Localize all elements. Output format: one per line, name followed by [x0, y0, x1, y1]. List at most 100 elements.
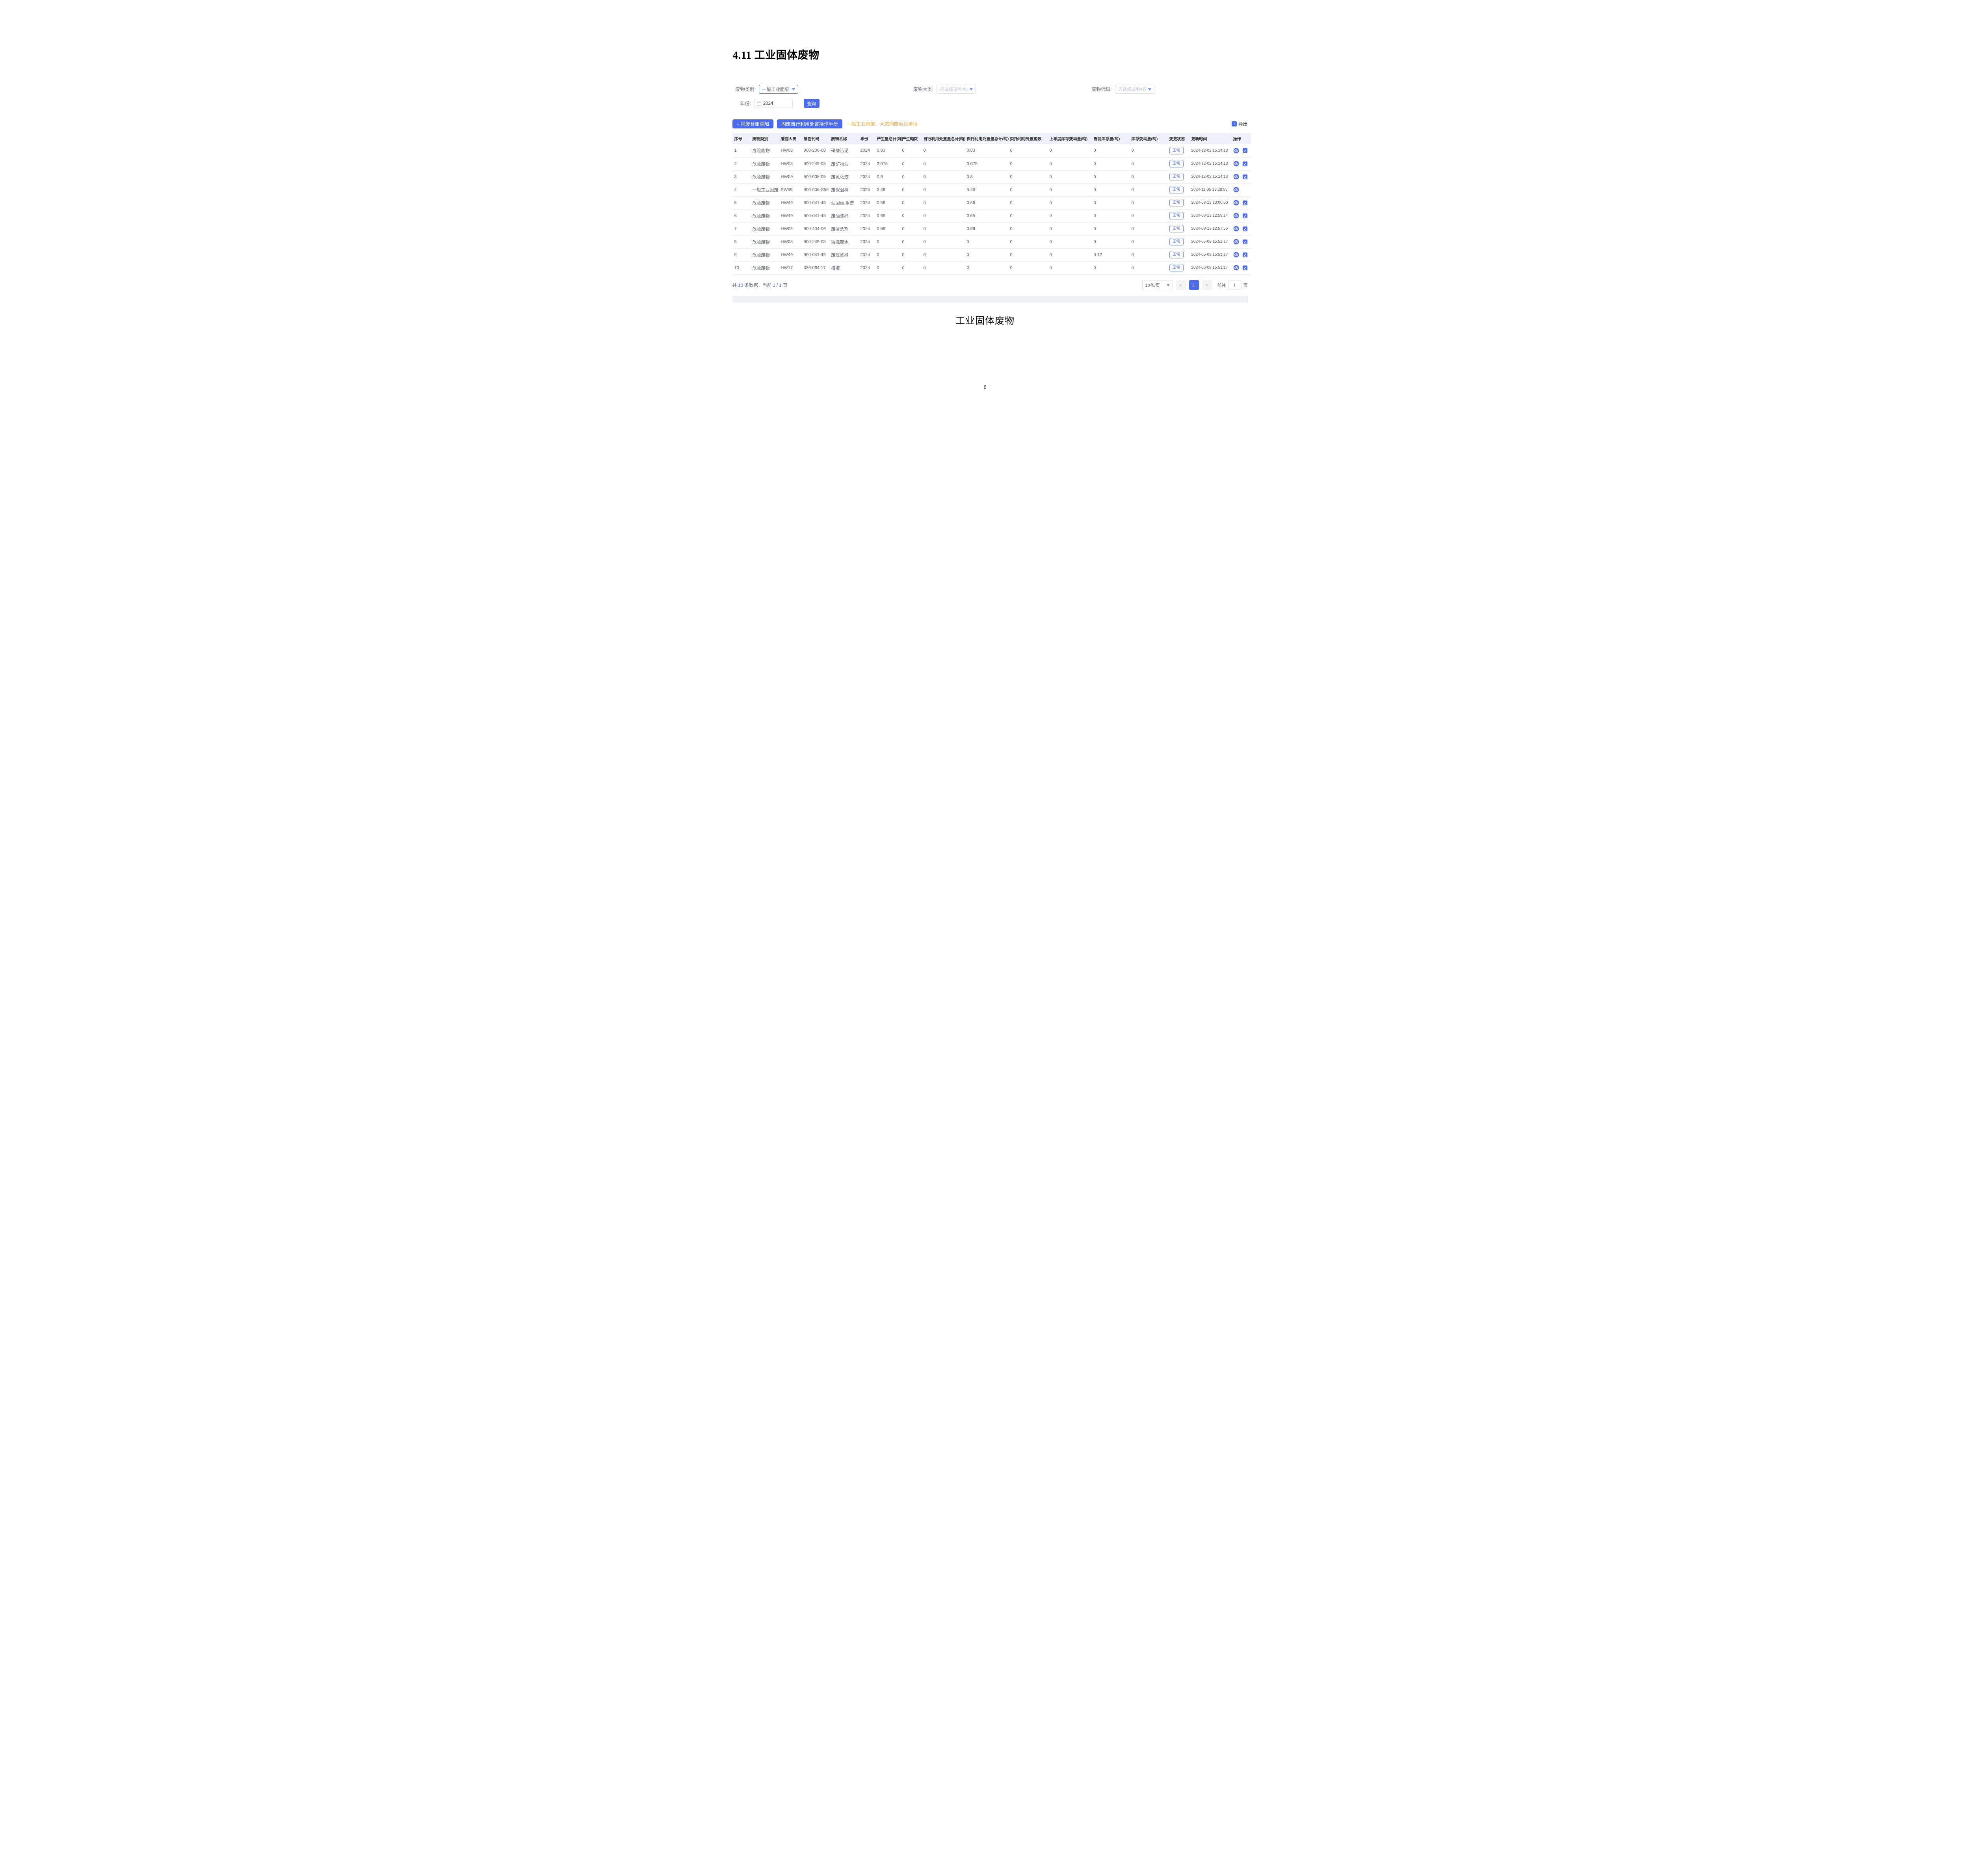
- actions-cell: [1231, 235, 1251, 248]
- table-cell: 0: [1008, 235, 1048, 248]
- table-cell: 0: [900, 222, 922, 235]
- table-body: 1危险废物HW08900-200-08研磨污泥20240.83000.83000…: [732, 144, 1251, 274]
- table-cell: 危险废物: [751, 222, 779, 235]
- view-icon[interactable]: [1233, 200, 1239, 206]
- table-cell: 0.56: [875, 196, 900, 209]
- edit-icon[interactable]: [1242, 174, 1248, 180]
- view-icon[interactable]: [1233, 226, 1239, 232]
- year-input-box[interactable]: [754, 99, 793, 108]
- column-header: 废物代码: [802, 133, 829, 144]
- waste-code-placeholder: 请选择废物代码: [1118, 86, 1147, 93]
- view-icon[interactable]: [1233, 161, 1239, 167]
- manual-button[interactable]: 固废自行利用处置操作手册: [777, 119, 842, 128]
- table-cell: 5: [732, 196, 751, 209]
- column-header: 废物类别: [751, 133, 779, 144]
- table-row: 5危险废物HW49900-041-49油回丝,手套20240.56000.560…: [732, 196, 1251, 209]
- table-cell: 0: [1048, 170, 1092, 183]
- view-icon[interactable]: [1233, 187, 1239, 193]
- table-cell: 0.96: [875, 222, 900, 235]
- prev-page-button[interactable]: [1176, 280, 1186, 290]
- edit-icon[interactable]: [1242, 161, 1248, 167]
- table-cell: 油回丝,手套: [829, 196, 859, 209]
- view-icon[interactable]: [1233, 148, 1239, 154]
- table-row: 8危险废物HW08900-249-08清洗废水202400000000正常202…: [732, 235, 1251, 248]
- edit-icon[interactable]: [1242, 265, 1248, 271]
- table-cell: 7: [732, 222, 751, 235]
- table-cell: 0: [1008, 157, 1048, 170]
- current-page[interactable]: 1: [1189, 280, 1199, 290]
- year-input[interactable]: [763, 101, 790, 106]
- table-cell: 0: [1130, 144, 1167, 157]
- table-cell: 3.075: [965, 157, 1008, 170]
- section-title: 4.11 工业固体废物: [680, 0, 1290, 62]
- status-cell: 正常: [1167, 157, 1189, 170]
- page-size-select[interactable]: 10条/页: [1142, 280, 1173, 290]
- view-icon[interactable]: [1233, 239, 1239, 245]
- table-cell: 0: [1048, 144, 1092, 157]
- view-icon[interactable]: [1233, 265, 1239, 271]
- table-cell: 900-006-S59: [802, 183, 829, 196]
- column-header: 序号: [732, 133, 751, 144]
- table-header-row: 序号废物类别废物大类废物代码废物名称年份产生量总计(吨)产生箱数自行利用处置量总…: [732, 133, 1251, 144]
- table-cell: 0: [922, 183, 965, 196]
- table-cell: 0: [1008, 248, 1048, 261]
- view-icon[interactable]: [1233, 174, 1239, 180]
- table-row: 2危险废物HW08900-249-08废矿物油20243.075003.0750…: [732, 157, 1251, 170]
- table-cell: 0: [1008, 196, 1048, 209]
- search-button[interactable]: 查询: [804, 99, 820, 108]
- column-header: 自行利用处置量总计(吨): [922, 133, 965, 144]
- table-cell: 0: [1048, 248, 1092, 261]
- table-footer: 共 10 条数据，当前 1 / 1 页 10条/页 1 前往 页: [732, 280, 1248, 290]
- status-cell: 正常: [1167, 170, 1189, 183]
- add-ledger-button[interactable]: + 固废台账添加: [732, 119, 773, 128]
- edit-icon[interactable]: [1242, 226, 1248, 232]
- table-cell: 2024: [859, 170, 875, 183]
- edit-icon[interactable]: [1242, 213, 1248, 219]
- waste-class-select[interactable]: 请选择废物大类: [937, 85, 976, 94]
- table-cell: 0: [1092, 261, 1130, 274]
- table-cell: 0.65: [965, 209, 1008, 222]
- view-icon[interactable]: [1233, 213, 1239, 219]
- table-cell: 0: [900, 235, 922, 248]
- waste-category-select[interactable]: 一般工业固废: [759, 85, 798, 94]
- table-cell: 900-041-49: [802, 196, 829, 209]
- table-cell: 336-064-17: [802, 261, 829, 274]
- chevron-down-icon: [1148, 88, 1151, 91]
- export-button[interactable]: 导出: [1232, 121, 1247, 127]
- table-cell: 危险废物: [751, 261, 779, 274]
- table-cell: 0.56: [965, 196, 1008, 209]
- table-cell: 0: [900, 248, 922, 261]
- status-cell: 正常: [1167, 248, 1189, 261]
- status-badge: 正常: [1169, 186, 1184, 193]
- table-row: 1危险废物HW08900-200-08研磨污泥20240.83000.83000…: [732, 144, 1251, 157]
- table-cell: 0: [1092, 196, 1130, 209]
- edit-icon[interactable]: [1242, 239, 1248, 245]
- table-cell: 2024: [859, 183, 875, 196]
- table-cell: 900-041-49: [802, 248, 829, 261]
- view-icon[interactable]: [1233, 252, 1239, 258]
- next-page-button[interactable]: [1202, 280, 1212, 290]
- table-cell: 0: [1048, 209, 1092, 222]
- table-cell: 2024: [859, 261, 875, 274]
- figure-caption: 工业固体废物: [680, 313, 1290, 327]
- table-cell: 研磨污泥: [829, 144, 859, 157]
- table-cell: 0: [922, 170, 965, 183]
- table-cell: 0: [1048, 196, 1092, 209]
- column-header: 产生箱数: [900, 133, 922, 144]
- edit-icon[interactable]: [1242, 252, 1248, 258]
- column-header: 操作: [1231, 133, 1251, 144]
- edit-icon[interactable]: [1242, 148, 1248, 153]
- edit-icon[interactable]: [1242, 200, 1248, 206]
- table-cell: 0: [1048, 235, 1092, 248]
- table-cell: 0: [1048, 157, 1092, 170]
- goto-page-input[interactable]: [1228, 280, 1241, 290]
- actions-cell: [1231, 261, 1251, 274]
- calendar-icon: [757, 101, 761, 106]
- status-badge: 正常: [1169, 238, 1184, 245]
- table-cell: 2024-08-13 12:59:14: [1189, 209, 1231, 222]
- waste-code-select[interactable]: 请选择废物代码: [1115, 85, 1154, 94]
- table-cell: 废保温棉: [829, 183, 859, 196]
- table-cell: 0: [922, 222, 965, 235]
- table-cell: HW49: [779, 196, 802, 209]
- waste-category-label: 废物类别:: [736, 86, 756, 93]
